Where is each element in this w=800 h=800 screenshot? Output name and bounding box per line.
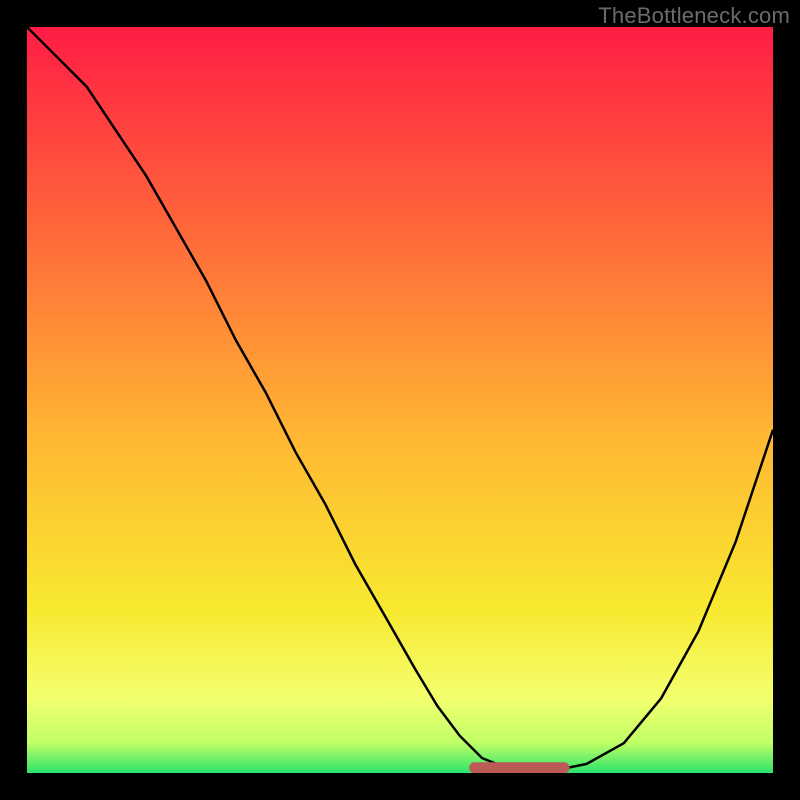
bottleneck-curve-path	[27, 27, 773, 770]
curve-svg	[27, 27, 773, 773]
plot-area	[27, 27, 773, 773]
chart-frame: TheBottleneck.com	[0, 0, 800, 800]
watermark-text: TheBottleneck.com	[598, 3, 790, 29]
